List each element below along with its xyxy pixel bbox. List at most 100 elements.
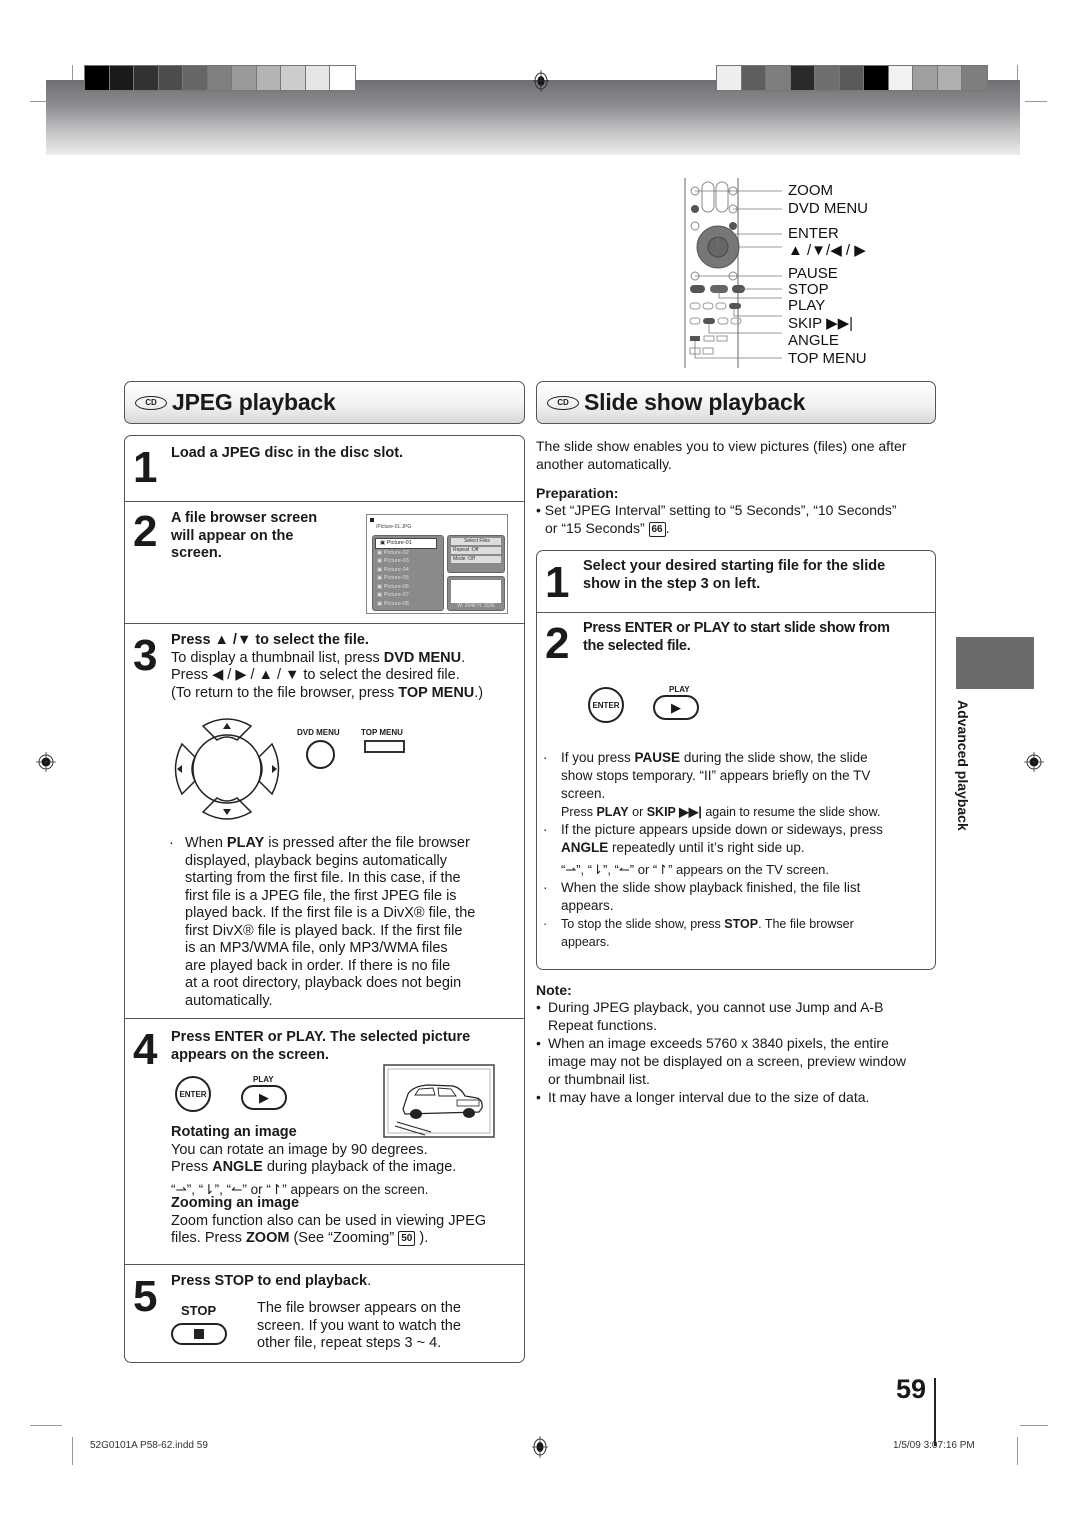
date-time: 1/5/09 3:07:16 PM: [893, 1440, 975, 1451]
text: ZOOM: [245, 1230, 290, 1246]
text-line: When an image exceeds 5760 x 3840 pixels…: [548, 1035, 889, 1051]
play-button-icon: ▶: [653, 695, 699, 720]
crop-mark: [72, 1437, 73, 1465]
text-line: another automatically.: [536, 456, 672, 472]
preview-image: [451, 580, 501, 603]
section-title: Slide show playback: [584, 389, 806, 415]
note-title: Note:: [536, 982, 572, 998]
color-swatch: [256, 66, 281, 90]
text-line: Repeat functions.: [548, 1017, 657, 1033]
top-menu-label: TOP MENU: [361, 728, 403, 737]
chapter-label: Advanced playback: [955, 700, 981, 845]
file-path: /Picture-01.JPG: [376, 524, 412, 530]
bullet: •: [536, 999, 541, 1015]
text-line: The slide show enables you to view pictu…: [536, 438, 907, 454]
play-label: PLAY: [253, 1075, 274, 1084]
text-line: To stop the slide show, press STOP. The …: [561, 915, 933, 933]
crop-mark: [1020, 1425, 1048, 1426]
text: (To return to the file browser, press: [171, 684, 399, 701]
text-line: ANGLE repeatedly until it’s right side u…: [561, 839, 933, 857]
enter-button-icon: ENTER: [588, 687, 624, 723]
text-line: Press ◀ / ▶ / ▲ / ▼ to select the desire…: [171, 667, 460, 683]
text-line: appears on the screen.: [171, 1046, 329, 1063]
file-option: Mode :Off: [451, 556, 501, 563]
registration-mark-icon: [36, 752, 56, 772]
color-swatch: [962, 66, 987, 90]
text: ANGLE: [212, 1159, 263, 1175]
color-swatch: [815, 66, 840, 90]
stop-button-icon: [171, 1323, 227, 1345]
text-line: Select your desired starting file for th…: [583, 558, 886, 574]
preparation-title: Preparation:: [536, 485, 619, 501]
file-option: Repeat :Off: [451, 547, 501, 554]
color-swatch: [183, 66, 208, 90]
bullet: ·: [543, 750, 548, 765]
registration-mark-icon: [1024, 752, 1044, 772]
page-number: 59: [896, 1374, 927, 1404]
finished-bullet: · When the slide show playback finished,…: [543, 879, 933, 915]
text: Press: [561, 805, 597, 819]
text-line: A file browser screen: [171, 510, 318, 526]
dvd-menu-label: DVD MENU: [297, 728, 340, 737]
direction-pad-diagram: [174, 718, 280, 820]
text: Press: [171, 1159, 213, 1175]
step-text: Select your desired starting file for th…: [583, 558, 885, 593]
text-line: Zoom function also can be used in viewin…: [171, 1212, 487, 1229]
play-button-icon: ▶: [241, 1085, 287, 1110]
text-line: will appear on the: [171, 527, 294, 544]
step-text: Load a JPEG disc in the disc slot.: [171, 445, 404, 461]
text-line: When PLAY is pressed after the file brow…: [185, 835, 519, 853]
file-list-item: ▣ Picture-04: [377, 566, 409, 573]
text-line: other file, repeat steps 3 ~ 4.: [257, 1335, 442, 1351]
text: TOP MENU: [398, 684, 475, 701]
text: again to resume the slide show.: [701, 805, 881, 819]
step-number: 2: [545, 619, 570, 668]
page-reference-badge[interactable]: 50: [398, 1231, 416, 1246]
color-swatch: [790, 66, 815, 90]
text-line: or thumbnail list.: [548, 1071, 650, 1087]
text-line: the selected file.: [583, 637, 691, 654]
text-line: If the picture appears upside down or si…: [561, 822, 883, 837]
page-reference-badge[interactable]: 66: [648, 522, 666, 537]
stop-label: STOP: [181, 1303, 217, 1318]
color-swatch: [330, 66, 355, 90]
color-swatch: [109, 66, 134, 90]
file-list-item: ▣ Picture-07: [377, 592, 409, 598]
text-line: first file is a JPEG file, the first JPE…: [185, 887, 457, 904]
color-swatch: [839, 66, 864, 90]
step-5: 5 Press STOP to end playback. STOP The f…: [125, 1265, 524, 1362]
text: PLAY: [226, 835, 265, 851]
color-swatches-right: [716, 65, 988, 91]
text-line: When the slide show playback finished, t…: [561, 880, 861, 895]
step-number: 4: [133, 1025, 158, 1074]
text-line: Press ENTER or PLAY. The selected pictur…: [171, 1029, 471, 1045]
text-line: • Set “JPEG Interval” setting to “5 Seco…: [536, 502, 897, 518]
text-line: The file browser appears on the: [257, 1300, 461, 1316]
text: repeatedly until it’s right side up.: [608, 840, 805, 855]
text: Press STOP to end playback: [171, 1273, 368, 1289]
remote-label: PLAY: [788, 297, 826, 314]
step-number: 5: [133, 1272, 158, 1321]
angle-bullet: · If the picture appears upside down or …: [543, 821, 933, 879]
text-line: If you press PAUSE during the slide show…: [561, 749, 933, 767]
text-line: (To return to the file browser, press TO…: [171, 685, 521, 703]
text: STOP: [724, 917, 759, 931]
remote-control-diagram: [684, 178, 782, 368]
text-line: image may not be displayed on a screen, …: [548, 1053, 906, 1069]
file-options: Select Files Repeat :Off Mode :Off: [447, 535, 505, 573]
text: ).: [415, 1230, 429, 1246]
text-line: You can rotate an image by 90 degrees.: [171, 1141, 428, 1158]
color-swatch: [913, 66, 938, 90]
text-line: screen. If you want to watch the: [257, 1317, 461, 1334]
file-list: ▣ Picture-01 ▣ Picture-02 ▣ Picture-03 ▣ Pi…: [372, 535, 444, 611]
zooming-an-image: Zooming an image Zoom function also can …: [171, 1195, 521, 1248]
bullet: ·: [543, 822, 548, 837]
chapter-label-text: Advanced playback: [955, 700, 971, 831]
notes-list: • During JPEG playback, you cannot use Ju…: [536, 998, 936, 1106]
remote-label: ▲ /▼/◀ / ▶: [788, 242, 866, 259]
text-line: screen.: [171, 545, 222, 561]
text-line: During JPEG playback, you cannot use Jum…: [548, 999, 884, 1015]
bullet: •: [536, 1089, 541, 1105]
top-menu-button: [364, 740, 405, 753]
step-heading: Press ▲ /▼ to select the file.: [171, 632, 369, 648]
